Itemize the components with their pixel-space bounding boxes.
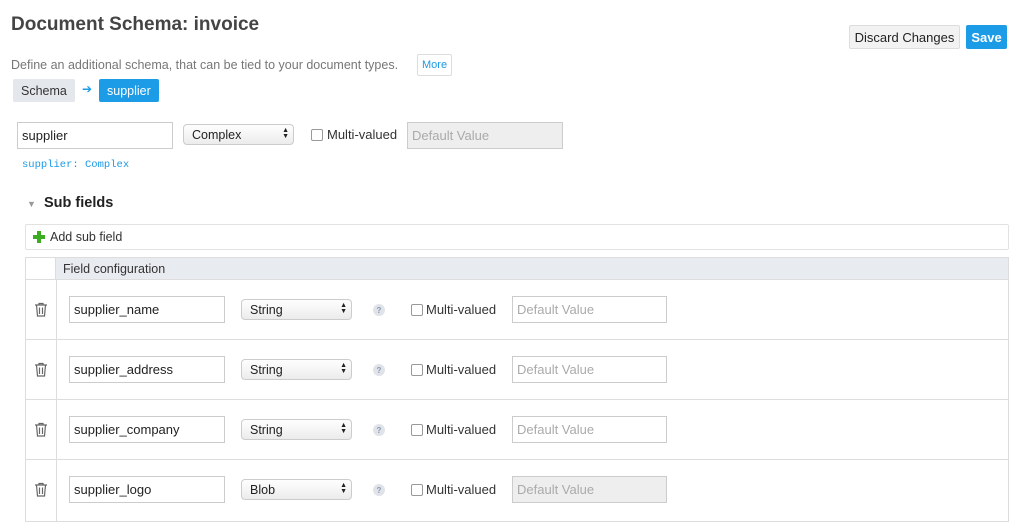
subfield-default-value-input[interactable]: Default Value xyxy=(512,356,667,383)
help-icon[interactable]: ? xyxy=(373,424,385,436)
subfield-default-value-input[interactable]: Default Value xyxy=(512,296,667,323)
select-arrows-icon: ▲ ▼ xyxy=(340,482,347,495)
add-sub-field-label: Add sub field xyxy=(50,230,123,244)
subfield-type-select[interactable]: String ▲ ▼ xyxy=(241,419,352,440)
help-icon[interactable]: ? xyxy=(373,364,385,376)
subfield-type-value: String xyxy=(250,362,283,377)
table-row: supplier_logo Blob ▲ ▼ ? Multi-valued Def… xyxy=(26,460,1008,520)
column-header-field-configuration: Field configuration xyxy=(63,262,166,276)
page-title: Document Schema: invoice xyxy=(11,14,260,35)
subfield-multivalued-label: Multi-valued xyxy=(426,482,497,497)
field-default-value-input: Default Value xyxy=(407,122,563,149)
subfield-multivalued-checkbox[interactable] xyxy=(411,484,423,496)
subfields-table: Field configuration supplier_name String… xyxy=(25,257,1009,522)
trash-icon[interactable] xyxy=(34,302,48,317)
discard-changes-button[interactable]: Discard Changes xyxy=(849,25,960,49)
save-button[interactable]: Save xyxy=(966,25,1007,49)
table-row: supplier_address String ▲ ▼ ? Multi-value… xyxy=(26,340,1008,400)
subfield-multivalued-checkbox[interactable] xyxy=(411,304,423,316)
subfield-type-select[interactable]: Blob ▲ ▼ xyxy=(241,479,352,500)
field-type-value: Complex xyxy=(192,127,242,142)
subfield-type-value: String xyxy=(250,422,283,437)
collapse-triangle-icon[interactable]: ▼ xyxy=(27,199,36,209)
help-icon[interactable]: ? xyxy=(373,304,385,316)
sub-fields-title: Sub fields xyxy=(44,195,114,211)
subfield-name-input[interactable]: supplier_name xyxy=(69,296,225,323)
add-sub-field-button[interactable]: Add sub field xyxy=(25,224,1009,250)
select-arrows-icon: ▲ ▼ xyxy=(340,302,347,315)
type-hint: supplier: Complex xyxy=(22,159,130,171)
subfield-type-value: Blob xyxy=(250,482,276,497)
subfield-multivalued-label: Multi-valued xyxy=(426,362,497,377)
trash-icon[interactable] xyxy=(34,362,48,377)
breadcrumb-current[interactable]: supplier xyxy=(99,79,159,102)
more-link[interactable]: More xyxy=(417,54,453,76)
select-arrows-icon: ▲ ▼ xyxy=(340,422,347,435)
field-type-select[interactable]: Complex ▲ ▼ xyxy=(183,124,294,145)
subfield-default-value-input[interactable]: Default Value xyxy=(512,416,667,443)
help-icon[interactable]: ? xyxy=(373,484,385,496)
subfield-name-input[interactable]: supplier_company xyxy=(69,416,225,443)
plus-icon xyxy=(33,231,45,243)
select-arrows-icon: ▲ ▼ xyxy=(340,362,347,375)
table-row: supplier_name String ▲ ▼ ? Multi-valued D… xyxy=(26,280,1008,340)
subfield-type-select[interactable]: String ▲ ▼ xyxy=(241,299,352,320)
subfield-default-value-input: Default Value xyxy=(512,476,667,503)
subfield-multivalued-checkbox[interactable] xyxy=(411,364,423,376)
subfield-multivalued-label: Multi-valued xyxy=(426,422,497,437)
field-multivalued-checkbox[interactable] xyxy=(311,129,323,141)
header-spacer xyxy=(26,258,56,279)
table-header: Field configuration xyxy=(26,258,1008,280)
schema-description: Define an additional schema, that can be… xyxy=(11,58,399,72)
subfield-type-value: String xyxy=(250,302,283,317)
field-multivalued-label: Multi-valued xyxy=(327,127,398,142)
subfield-multivalued-checkbox[interactable] xyxy=(411,424,423,436)
breadcrumb-arrow-icon: ➔ xyxy=(82,82,93,96)
subfield-name-input[interactable]: supplier_logo xyxy=(69,476,225,503)
trash-icon[interactable] xyxy=(34,422,48,437)
trash-icon[interactable] xyxy=(34,482,48,497)
table-row: supplier_company String ▲ ▼ ? Multi-value… xyxy=(26,400,1008,460)
field-name-input[interactable]: supplier xyxy=(17,122,173,149)
breadcrumb-schema[interactable]: Schema xyxy=(13,79,75,102)
select-arrows-icon: ▲ ▼ xyxy=(282,127,289,140)
subfield-name-input[interactable]: supplier_address xyxy=(69,356,225,383)
subfield-type-select[interactable]: String ▲ ▼ xyxy=(241,359,352,380)
subfield-multivalued-label: Multi-valued xyxy=(426,302,497,317)
